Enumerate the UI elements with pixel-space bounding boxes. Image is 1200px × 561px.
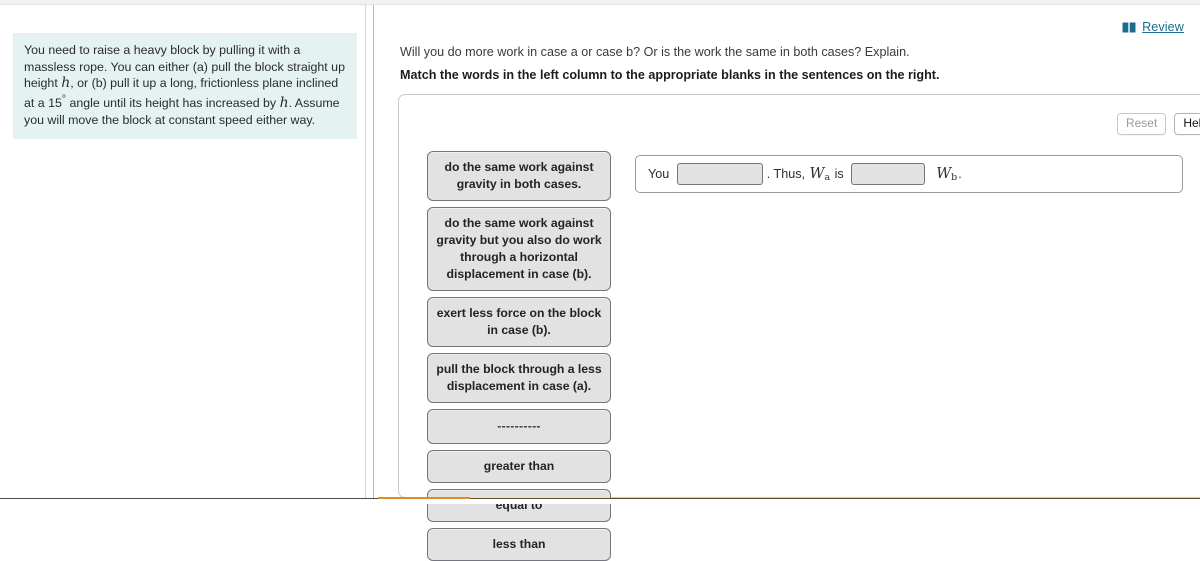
bank-tile[interactable]: greater than [427, 450, 611, 483]
variable-h-second: h [279, 94, 289, 111]
sentence-is-word: is [831, 167, 848, 181]
variable-h-first: h [61, 75, 71, 92]
bank-tile[interactable]: less than [427, 528, 611, 561]
problem-statement-box: You need to raise a heavy block by pulli… [13, 33, 357, 140]
drop-blank-1[interactable] [676, 163, 763, 185]
sentence-lead-text: You [648, 167, 673, 181]
bank-tile[interactable]: equal to [427, 489, 611, 522]
bank-tile[interactable]: do the same work against gravity but you… [427, 207, 611, 291]
question-prompt: Will you do more work in case a or case … [400, 45, 910, 59]
bottom-fill [0, 499, 1200, 504]
problem-statement-pane: You need to raise a heavy block by pulli… [0, 5, 366, 498]
review-link-label[interactable]: Review [1142, 20, 1184, 34]
bank-tile[interactable]: exert less force on the block in case (b… [427, 297, 611, 347]
exercise-panel: Reset Help do the same work against grav… [398, 94, 1200, 561]
exercise-pane: Review Will you do more work in case a o… [374, 5, 1200, 561]
sentence-period: . [958, 167, 962, 181]
math-variable-wa: Wa [809, 166, 831, 183]
review-link-container[interactable]: Review [1122, 20, 1184, 34]
drop-blank-2[interactable] [851, 163, 926, 185]
question-instruction: Match the words in the left column to th… [400, 68, 940, 82]
bank-tile[interactable]: ---------- [427, 409, 611, 444]
problem-text-part3: angle until its height has increased by [66, 95, 280, 110]
sentence-mid-text: . Thus, [766, 167, 809, 181]
book-icon [1122, 22, 1136, 33]
panel-toolbar: Reset Help [1116, 113, 1200, 135]
reset-button[interactable]: Reset [1116, 113, 1167, 135]
bank-tile[interactable]: do the same work against gravity in both… [427, 151, 611, 201]
math-variable-wb: Wb [936, 166, 958, 183]
answer-sentence-row: You . Thus, Wa is Wb. [635, 155, 1183, 193]
help-button[interactable]: Help [1174, 113, 1200, 135]
bank-tile[interactable]: pull the block through a less displaceme… [427, 353, 611, 403]
